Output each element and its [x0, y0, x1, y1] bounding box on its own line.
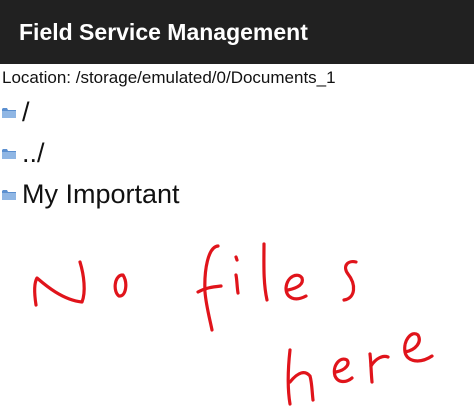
folder-entry-parent[interactable]: ../ — [2, 135, 45, 171]
folder-icon — [2, 189, 16, 200]
folder-entry-root[interactable]: / — [2, 94, 30, 130]
location-path: Location: /storage/emulated/0/Documents_… — [2, 68, 336, 87]
folder-icon — [2, 107, 16, 118]
folder-icon — [2, 148, 16, 159]
folder-label: / — [22, 96, 30, 127]
folder-label: My Important — [22, 178, 180, 209]
app-bar: Field Service Management — [0, 0, 474, 64]
folder-label: ../ — [22, 137, 45, 168]
app-title: Field Service Management — [19, 18, 308, 45]
folder-entry-my-important[interactable]: My Important — [2, 176, 180, 212]
